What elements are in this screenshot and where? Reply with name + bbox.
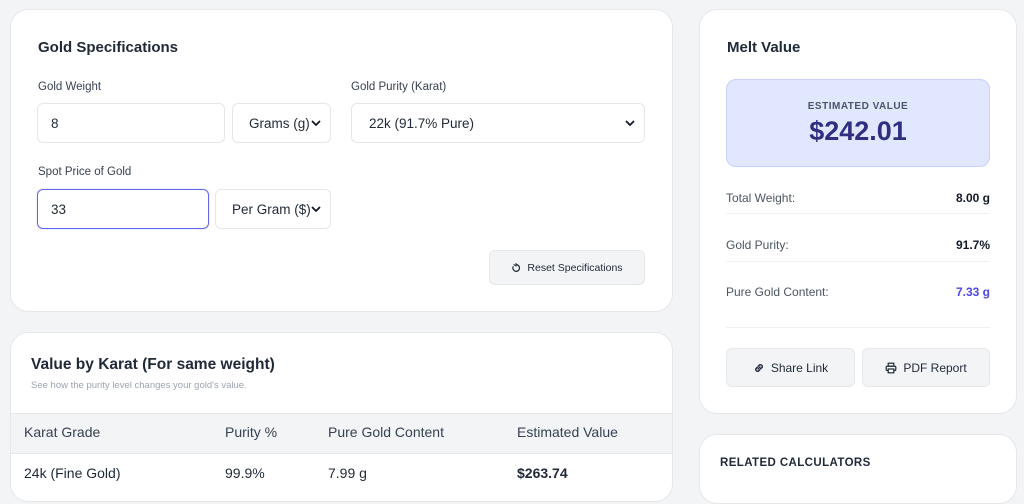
pdf-report-label: PDF Report <box>903 360 967 375</box>
printer-icon <box>885 362 897 373</box>
row-estimated-value: $263.74 <box>517 465 568 481</box>
chevron-down-icon <box>625 120 635 126</box>
spot-price-value: 33 <box>51 201 67 217</box>
pure-gold-content-label: Pure Gold Content: <box>726 285 829 299</box>
total-weight-row: Total Weight: 8.00 g <box>726 183 990 213</box>
gold-weight-input[interactable]: 8 <box>37 103 225 143</box>
share-link-label: Share Link <box>770 360 829 375</box>
reset-icon <box>512 262 521 272</box>
total-weight-label: Total Weight: <box>726 191 796 205</box>
row-purity: 99.9% <box>225 465 265 481</box>
chevron-down-icon <box>311 120 321 126</box>
pure-gold-content-row: Pure Gold Content: 7.33 g <box>726 277 990 307</box>
reset-specifications-button[interactable]: Reset Specifications <box>489 250 645 285</box>
melt-value-title: Melt Value <box>727 39 801 56</box>
estimated-value-label: ESTIMATED VALUE <box>807 101 909 112</box>
divider <box>726 213 990 214</box>
weight-unit-select[interactable]: Grams (g) <box>232 103 331 143</box>
gold-purity-select[interactable]: 22k (91.7% Pure) <box>351 103 645 143</box>
header-estimated-value: Estimated Value <box>517 424 618 440</box>
share-link-button[interactable]: Share Link <box>726 348 855 387</box>
estimated-value-box: ESTIMATED VALUE $242.01 <box>726 79 990 167</box>
pure-gold-content-value: 7.33 g <box>955 285 990 299</box>
gold-purity-row: Gold Purity: 91.7% <box>726 230 990 260</box>
pdf-report-button[interactable]: PDF Report <box>862 348 990 387</box>
estimated-value-amount: $242.01 <box>809 116 907 146</box>
table-row: 24k (Fine Gold) 99.9% 7.99 g $263.74 <box>10 455 673 485</box>
spot-price-label: Spot Price of Gold <box>38 166 132 178</box>
weight-unit-value: Grams (g) <box>249 115 310 131</box>
gold-weight-label: Gold Weight <box>38 81 102 93</box>
row-pure-gold-content: 7.99 g <box>328 465 367 481</box>
gold-purity-row-value: 91.7% <box>955 238 990 252</box>
spot-price-input[interactable]: 33 <box>37 189 209 229</box>
reset-specifications-label: Reset Specifications <box>527 261 623 274</box>
gold-purity-label: Gold Purity (Karat) <box>351 81 447 93</box>
header-purity: Purity % <box>225 424 278 440</box>
related-calculators-card <box>699 434 1017 504</box>
gold-purity-row-label: Gold Purity: <box>726 238 789 252</box>
header-pure-gold-content: Pure Gold Content <box>328 424 444 440</box>
divider <box>726 327 990 328</box>
value-by-karat-subtitle: See how the purity level changes your go… <box>31 380 247 391</box>
spot-price-unit-select[interactable]: Per Gram ($) <box>215 189 331 229</box>
total-weight-value: 8.00 g <box>955 191 990 205</box>
karat-table-header: Karat Grade Purity % Pure Gold Content E… <box>10 412 673 453</box>
value-by-karat-title: Value by Karat (For same weight) <box>31 356 275 373</box>
gold-specifications-title: Gold Specifications <box>38 39 179 56</box>
chevron-down-icon <box>311 206 321 212</box>
link-icon <box>754 363 763 372</box>
spot-price-unit-value: Per Gram ($) <box>232 201 311 217</box>
gold-weight-value: 8 <box>51 115 59 131</box>
row-karat-grade: 24k (Fine Gold) <box>24 465 121 481</box>
gold-purity-value: 22k (91.7% Pure) <box>369 115 475 131</box>
related-calculators-title: RELATED CALCULATORS <box>720 457 871 469</box>
divider <box>726 261 990 262</box>
header-karat-grade: Karat Grade <box>24 424 101 440</box>
